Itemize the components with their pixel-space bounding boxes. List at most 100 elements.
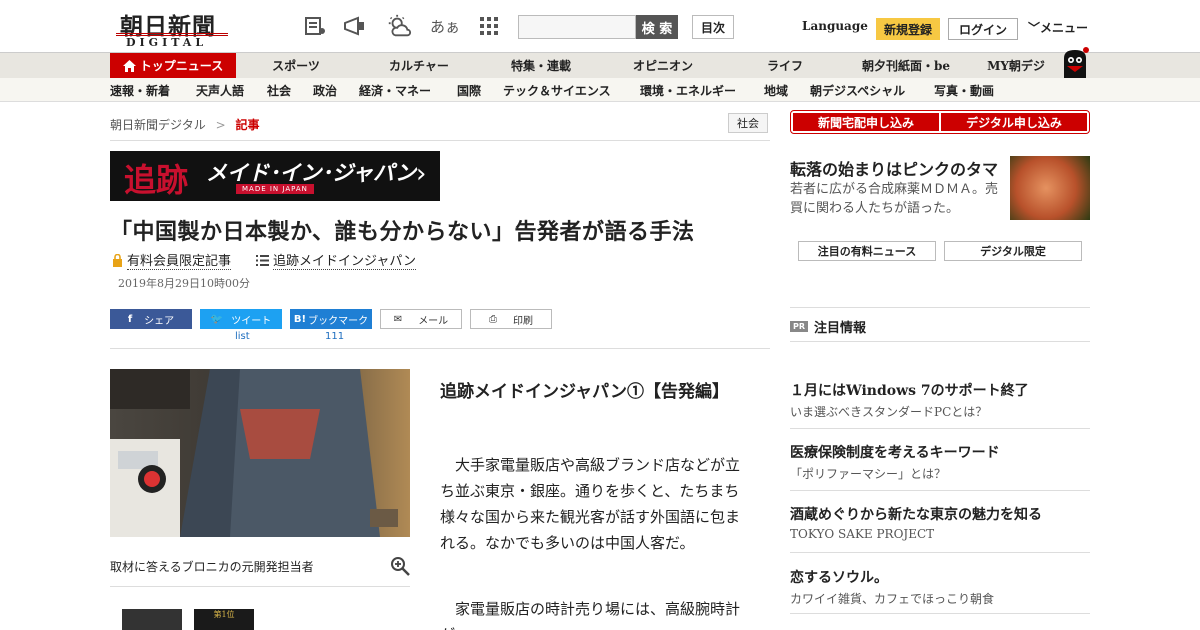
facebook-share-button[interactable]: f シェア [110,309,192,329]
print-button[interactable]: ⎙ 印刷 [470,309,552,329]
subscribe-paper-button[interactable]: 新聞宅配申し込み [793,113,939,131]
divider [790,613,1090,614]
print-label: 印刷 [513,315,533,327]
pr-item-title[interactable]: 恋するソウル。 [790,567,888,587]
divider [110,586,410,587]
banner-title: メイド･イン･ジャパン [206,160,416,185]
twitter-count[interactable]: list [235,331,250,342]
series-banner[interactable]: 追跡 メイド･イン･ジャパン MADE IN JAPAN › [110,151,440,201]
nav-item-features[interactable]: 特集・連載 [500,53,582,78]
hatena-bookmark-button[interactable]: B! ブックマーク [290,309,372,329]
divider [790,307,1090,308]
pr-item-title[interactable]: 医療保険制度を考えるキーワード [790,442,1000,462]
nav2-item-international[interactable]: 国際 [457,82,481,99]
chevron-right-icon: › [416,159,427,189]
nav2-item-photo[interactable]: 写真・動画 [934,82,994,99]
nav2-item-breaking[interactable]: 速報・新着 [110,82,170,99]
nav-item-paper[interactable]: 朝夕刊紙面・be [856,53,956,78]
nav2-item-economy[interactable]: 経済・マネー [359,82,431,99]
pr-heading: PR 注目情報 [790,317,866,336]
chevron-down-icon: ﹀ [1028,21,1041,35]
digital-only-button[interactable]: デジタル限定 [944,241,1082,261]
series-link[interactable]: 追跡メイドインジャパン [256,250,417,270]
article-paragraph: 家電量販店の時計売り場には、高級腕時計が [440,600,741,630]
nav-label: トップニュース [139,59,224,73]
nav-item-my[interactable]: MY朝デジ [976,53,1056,78]
nav-item-sports[interactable]: スポーツ [256,53,336,78]
weather-icon[interactable] [386,14,412,38]
pr-icon: PR [790,321,809,332]
breadcrumb-separator: > [215,118,226,132]
pr-item-desc[interactable]: カワイイ雑貨、カフェでほっこり朝食 [790,590,994,607]
list-icon [256,254,269,266]
logo-sub: DIGITAL [126,36,208,49]
hatena-icon: B! [293,313,307,325]
subscribe-digital-button[interactable]: デジタル申し込み [941,113,1087,131]
hatena-count[interactable]: 111 [325,331,344,342]
twitter-share-button[interactable]: 🐦 ツイート [200,309,282,329]
article-photo[interactable] [110,369,410,537]
menu-label: メニュー [1040,21,1089,35]
nav2-item-tenseijingo[interactable]: 天声人語 [196,82,244,99]
nav-item-life[interactable]: ライフ [744,53,826,78]
megaphone-icon[interactable] [342,14,368,38]
nav-item-opinion[interactable]: オピニオン [622,53,704,78]
article-paragraph: 大手家電量販店や高級ブランド店などが立ち並ぶ東京・銀座。通りを歩くと、たちまち様… [440,456,741,552]
menu-button[interactable]: ﹀メニュー [1028,19,1088,36]
search-button[interactable]: 検 索 [636,15,678,39]
mail-label: メール [418,315,449,327]
nav-item-culture[interactable]: カルチャー [378,53,460,78]
pr-item-desc[interactable]: TOKYO SAKE PROJECT [790,527,934,541]
nav-item-top-news[interactable]: トップニュース [110,53,236,78]
related-thumbnail[interactable]: 第1位 [194,609,254,630]
feature-title[interactable]: 転落の始まりはピンクのタマ [790,156,998,180]
breadcrumb: 朝日新聞デジタル > 記事 [110,116,260,133]
nav2-item-society[interactable]: 社会 [267,82,291,99]
pr-item-title[interactable]: １月にはWindows 7のサポート終了 [790,380,1029,400]
breadcrumb-home[interactable]: 朝日新聞デジタル [110,118,206,132]
twitter-share-label: ツイート [231,315,272,327]
print-icon: ⎙ [489,313,497,325]
members-badge-label: 有料会員限定記事 [127,250,232,270]
feature-image[interactable] [1010,156,1090,220]
login-button[interactable]: ログイン [948,18,1018,40]
newspaper-icon[interactable] [302,14,328,38]
facebook-share-label: シェア [144,315,175,327]
search-input[interactable] [518,15,636,39]
toc-button[interactable]: 目次 [692,15,734,39]
mail-share-button[interactable]: ✉ メール [380,309,462,329]
series-link-label: 追跡メイドインジャパン [273,250,417,270]
breadcrumb-current: 記事 [235,118,260,132]
secondary-nav: 速報・新着 天声人語 社会 政治 経済・マネー 国際 テック＆サイエンス 環境・… [0,78,1200,102]
divider [790,428,1090,429]
members-badge[interactable]: 有料会員限定記事 [112,250,232,270]
feature-description: 若者に広がる合成麻薬ＭＤＭＡ。売買に関わる人たちが語った。 [790,182,999,216]
font-size-icon[interactable]: あぁ [430,14,460,38]
subscribe-buttons: 新聞宅配申し込み デジタル申し込み [790,110,1090,134]
related-thumbnail[interactable] [122,609,182,630]
pr-item-title[interactable]: 酒蔵めぐりから新たな東京の魅力を知る [790,504,1042,524]
nav2-item-politics[interactable]: 政治 [313,82,337,99]
nav2-item-tech[interactable]: テック＆サイエンス [503,82,611,99]
twitter-icon: 🐦 [210,313,224,325]
top-header: 朝日新聞 DIGITAL あぁ 検 索 目次 Language 新規登録 ログイ… [0,0,1200,52]
site-logo[interactable]: 朝日新聞 DIGITAL [112,7,230,49]
mascot-icon[interactable] [1058,44,1092,78]
lock-icon [113,253,122,267]
language-link[interactable]: Language [802,19,868,33]
pr-item-desc[interactable]: 「ポリファーマシー」とは？ [790,465,946,482]
nav2-item-region[interactable]: 地域 [764,82,788,99]
primary-nav: トップニュース スポーツ カルチャー 特集・連載 オピニオン ライフ 朝夕刊紙面… [0,52,1200,78]
banner-kanji: 追跡 [124,161,189,199]
nav2-item-special[interactable]: 朝デジスペシャル [810,82,905,99]
nav2-item-environment[interactable]: 環境・エネルギー [640,82,736,99]
zoom-icon[interactable] [390,556,410,581]
photo-caption: 取材に答えるブロニカの元開発担当者 [110,560,314,574]
mail-icon: ✉ [393,313,403,325]
grid-menu-icon[interactable] [476,14,502,38]
divider [110,140,770,141]
pr-item-desc[interactable]: いま選ぶべきスタンダードPCとは？ [790,403,987,420]
paid-news-button[interactable]: 注目の有料ニュース [798,241,936,261]
category-tag[interactable]: 社会 [728,113,768,133]
register-button[interactable]: 新規登録 [876,18,940,40]
